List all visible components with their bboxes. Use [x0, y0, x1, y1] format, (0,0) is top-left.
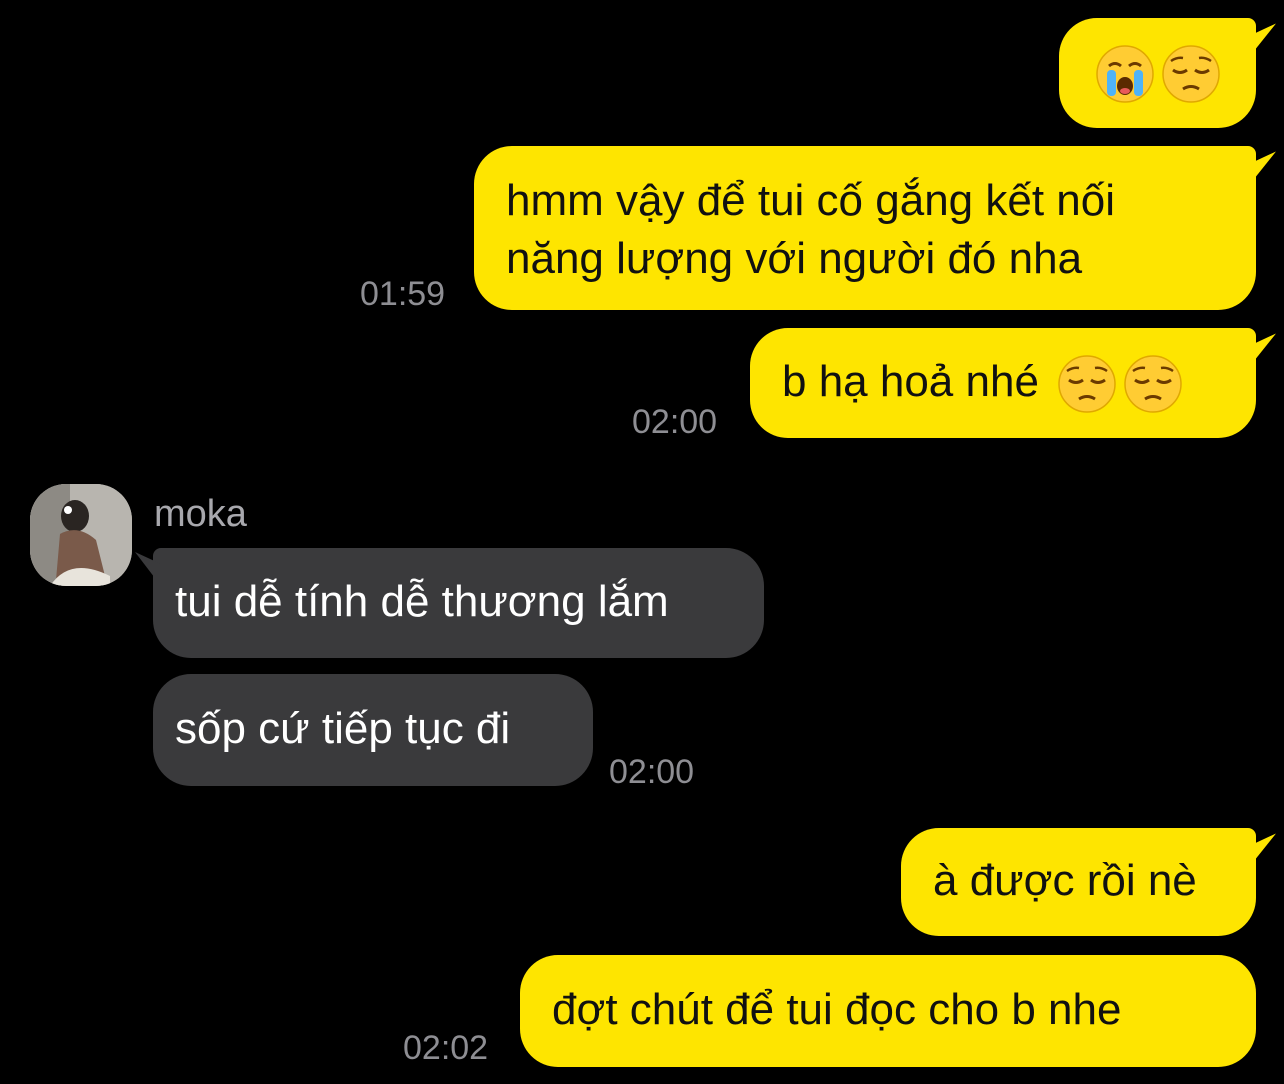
outgoing-message[interactable]: đợt chút để tui đọc cho b nhe [520, 955, 1256, 1067]
pensive-face-icon [1124, 355, 1182, 414]
sender-name: moka [154, 493, 247, 535]
outgoing-message-emoji[interactable] [1059, 18, 1256, 128]
message-text: à được rồi nè [933, 856, 1197, 905]
pensive-face-icon [1058, 355, 1116, 414]
outgoing-message[interactable]: à được rồi nè [901, 828, 1256, 936]
message-timestamp: 01:59 [360, 275, 446, 313]
avatar[interactable] [30, 484, 132, 586]
avatar-photo-icon [30, 484, 132, 586]
incoming-message[interactable]: sốp cứ tiếp tục đi [153, 674, 593, 786]
message-text: đợt chút để tui đọc cho b nhe [552, 985, 1122, 1034]
message-text: b hạ hoả nhé [782, 357, 1039, 406]
message-text-line-2: năng lượng với người đó nha [506, 234, 1083, 283]
loudly-crying-face-icon [1096, 45, 1154, 104]
message-text-line-1: hmm vậy để tui cố gắng kết nối [506, 176, 1115, 225]
message-timestamp: 02:02 [403, 1029, 489, 1067]
message-text: sốp cứ tiếp tục đi [175, 704, 511, 753]
outgoing-message[interactable]: hmm vậy để tui cố gắng kết nối năng lượn… [474, 146, 1256, 310]
outgoing-message[interactable]: b hạ hoả nhé [750, 328, 1256, 438]
message-text: tui dễ tính dễ thương lắm [175, 577, 669, 626]
message-timestamp: 02:00 [632, 403, 718, 441]
message-timestamp: 02:00 [609, 753, 695, 791]
incoming-message[interactable]: tui dễ tính dễ thương lắm [153, 548, 764, 658]
pensive-face-icon [1162, 45, 1220, 104]
